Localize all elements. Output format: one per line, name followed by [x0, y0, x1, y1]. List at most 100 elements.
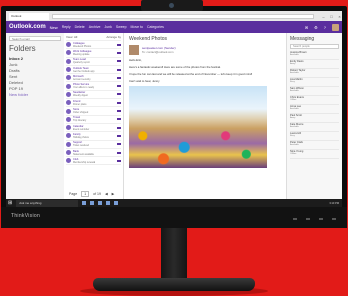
list-item[interactable]: Family Holiday photos [66, 132, 121, 141]
browser-tab[interactable]: Outlook [9, 12, 49, 20]
flag-icon[interactable] [117, 43, 121, 46]
power-button[interactable] [332, 218, 336, 220]
command-sweep[interactable]: Sweep [116, 25, 127, 29]
page-input[interactable]: 1 [81, 191, 90, 197]
monitor-button[interactable] [293, 218, 297, 220]
contact-item[interactable]: Laura Hill Busy [290, 132, 339, 141]
windows-start-icon[interactable]: ⊞ [8, 200, 12, 206]
edge-icon[interactable] [90, 201, 95, 205]
sender-avatar [66, 83, 71, 89]
command-move[interactable]: Move to [131, 25, 143, 29]
monitor-button[interactable] [319, 218, 323, 220]
list-item[interactable]: Colleague Weekend Photos [66, 41, 121, 50]
flag-icon[interactable] [117, 110, 121, 113]
list-item[interactable]: Friend Dinner plans [66, 99, 121, 108]
message-text: Newsletter Weekly digest [73, 91, 115, 97]
attached-festival-photo[interactable] [129, 86, 267, 168]
people-search-input[interactable]: Search people [290, 44, 339, 49]
command-archive[interactable]: Archive [89, 25, 101, 29]
flag-icon[interactable] [117, 134, 121, 137]
contact-item[interactable]: Sam Wilson Available [290, 87, 339, 96]
sender-row: sentpeeker.com (Sender) To: contact@outl… [129, 45, 281, 55]
monitor-buttons [293, 218, 336, 220]
flag-icon[interactable] [117, 159, 121, 162]
sender-avatar [66, 91, 71, 97]
close-icon[interactable]: × [337, 14, 342, 19]
flag-icon[interactable] [117, 101, 121, 104]
search-input[interactable]: Search email [9, 36, 61, 41]
avatar[interactable] [332, 23, 339, 31]
contact-item[interactable]: Robert Taylor Available [290, 69, 339, 78]
list-item[interactable]: Bank Statement available [66, 149, 121, 158]
address-bar[interactable] [52, 13, 314, 19]
app-logo[interactable]: Outlook.com [9, 24, 46, 30]
sender-avatar [66, 108, 71, 114]
list-item[interactable]: Work Colleague Meeting update [66, 49, 121, 58]
flag-icon[interactable] [117, 143, 121, 146]
email-body-line: I hope the fun can last and we will be r… [129, 72, 253, 76]
list-item[interactable]: Support Ticket resolved [66, 141, 121, 149]
message-subject: Trip itinerary [73, 119, 87, 123]
message-text: Store Order shipped [73, 108, 115, 114]
contact-item[interactable]: Kate Moore Available [290, 123, 339, 132]
contact-status: Available [290, 144, 299, 146]
contact-item[interactable]: Emily Davis Away [290, 60, 339, 69]
contact-item[interactable]: Lisa Martin Busy [290, 78, 339, 87]
chevron-left-icon[interactable]: ◀ [105, 192, 108, 196]
chat-icon[interactable]: ✉ [305, 25, 308, 30]
contact-item[interactable]: Paul Scott Away [290, 114, 339, 123]
flag-icon[interactable] [117, 51, 121, 54]
command-reply[interactable]: Reply [62, 25, 71, 29]
flag-icon[interactable] [117, 126, 121, 129]
file-explorer-icon[interactable] [98, 201, 103, 205]
store-icon[interactable] [106, 201, 111, 205]
list-item[interactable]: Photo Service Your album is ready [66, 82, 121, 91]
flag-icon[interactable] [117, 118, 121, 121]
new-folder-link[interactable]: New folder [9, 92, 61, 98]
cortana-search-box[interactable]: Ask me anything [16, 199, 79, 207]
list-item[interactable]: Club Membership renewal [66, 157, 121, 166]
flag-icon[interactable] [117, 76, 121, 79]
task-view-icon[interactable] [82, 201, 87, 205]
contact-item[interactable]: Jessica Brown Available [290, 51, 339, 60]
message-list: View: All Arrange by Colleague Weekend Ph… [64, 33, 124, 200]
list-item[interactable]: Team Lead Quarterly report [66, 58, 121, 66]
contact-item[interactable]: Nina Young Offline [290, 150, 339, 159]
mail-icon[interactable] [114, 201, 119, 205]
flag-icon[interactable] [117, 151, 121, 154]
list-item[interactable]: Store Order shipped [66, 107, 121, 116]
contact-status: Busy [290, 135, 295, 137]
new-button[interactable]: New [50, 25, 58, 30]
list-item[interactable]: Newsletter Weekly digest [66, 91, 121, 100]
sender-avatar [66, 141, 71, 147]
command-delete[interactable]: Delete [75, 25, 85, 29]
clock[interactable]: 3:10 PM [329, 202, 342, 205]
flag-icon[interactable] [117, 93, 121, 96]
contact-item[interactable]: Chris Evans Offline [290, 96, 339, 105]
filter-menu[interactable]: View: All [66, 35, 77, 40]
command-categories[interactable]: Categories [147, 25, 164, 29]
gear-icon[interactable]: ⚙ [314, 25, 318, 30]
sort-menu[interactable]: Arrange by [106, 35, 121, 40]
minimize-icon[interactable]: – [321, 14, 326, 19]
email-signoff: Can't wait to hear, Jenny [129, 79, 160, 83]
sender-avatar [66, 116, 71, 122]
contact-item[interactable]: Peter Clark Available [290, 141, 339, 150]
message-text: Work Colleague Meeting update [73, 50, 115, 56]
list-item[interactable]: Outlook Team Get the Outlook app [66, 66, 121, 75]
flag-icon[interactable] [117, 85, 121, 88]
monitor-button[interactable] [306, 218, 310, 220]
flag-icon[interactable] [117, 60, 121, 63]
chevron-right-icon[interactable]: ▶ [112, 192, 115, 196]
command-junk[interactable]: Junk [104, 25, 111, 29]
list-item[interactable]: Microsoft Account security [66, 74, 121, 83]
help-icon[interactable]: ? [324, 25, 326, 30]
flag-icon[interactable] [117, 68, 121, 71]
contact-status: Busy [290, 81, 295, 83]
header-right: ✉ ⚙ ? [305, 23, 342, 31]
message-text: Friend Dinner plans [73, 100, 115, 106]
contact-item[interactable]: Anna Lee Available [290, 105, 339, 114]
list-item[interactable]: Travel Trip itinerary [66, 116, 121, 124]
list-item[interactable]: Calendar Event reminder [66, 124, 121, 133]
maximize-icon[interactable]: □ [329, 14, 334, 19]
